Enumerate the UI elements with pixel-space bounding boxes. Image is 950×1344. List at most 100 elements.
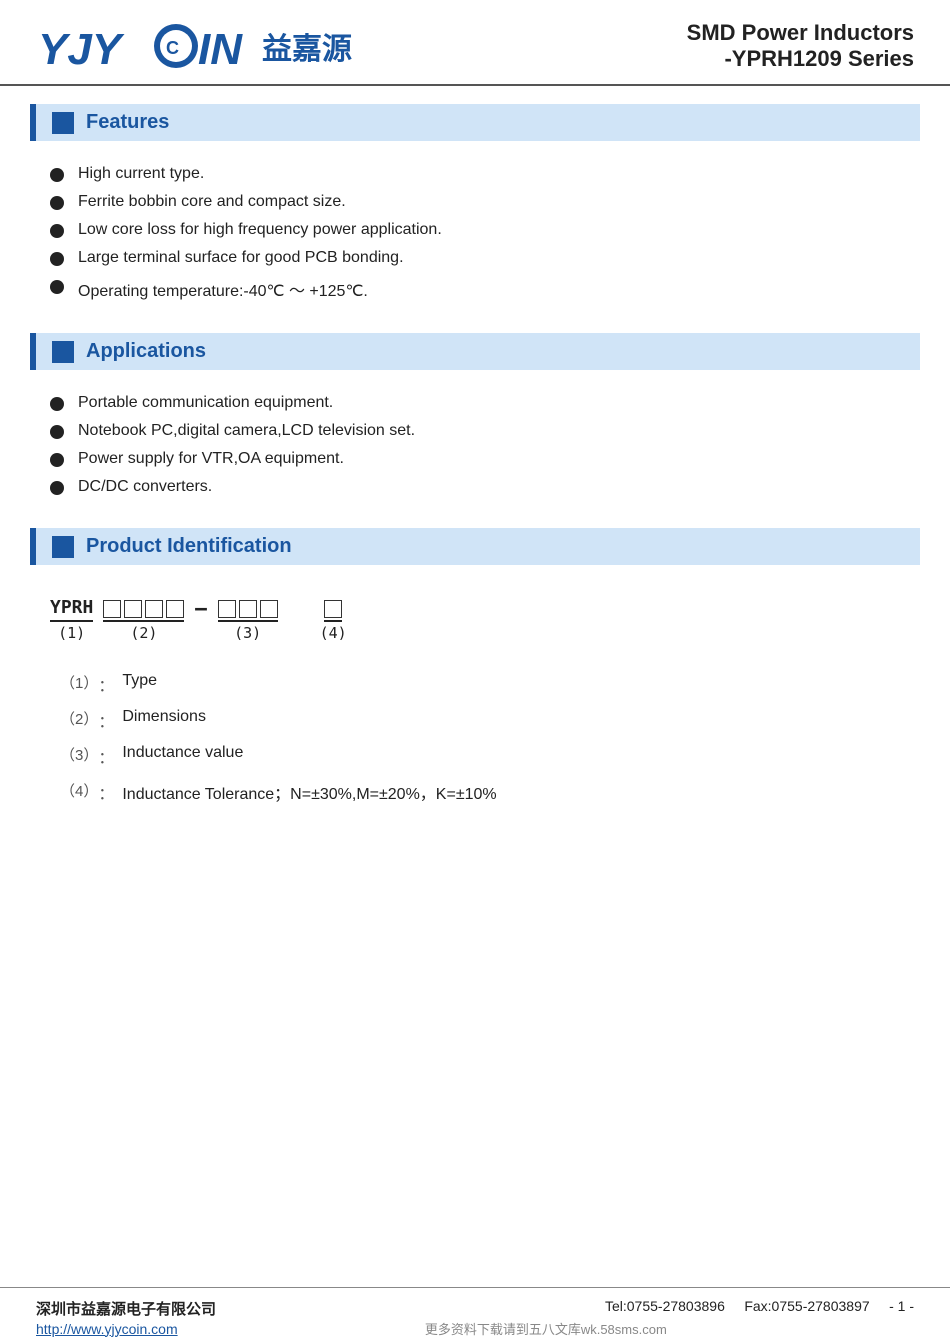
desc-text-2: Dimensions (122, 708, 206, 726)
application-text: Portable communication equipment. (78, 394, 333, 412)
desc-colon-2: ： (98, 708, 114, 732)
applications-section-bar: Applications (30, 333, 920, 370)
product-id-icon (52, 536, 74, 558)
footer-fax-text: Fax:0755-27803897 (744, 1298, 869, 1314)
desc-text-1: Type (122, 672, 157, 690)
list-item: （1） ： Type (60, 672, 900, 696)
part-number-diagram: YPRH (1) (2) − (30, 575, 920, 652)
description-list: （1） ： Type （2） ： Dimensions （3） ： Induct… (30, 652, 920, 824)
title-line2: -YPRH1209 Series (687, 46, 914, 72)
logo-chinese: 益嘉源 (262, 24, 352, 68)
pn-boxes-4 (103, 600, 184, 622)
application-text: Notebook PC,digital camera,LCD televisio… (78, 422, 415, 440)
bullet-icon (50, 196, 64, 210)
desc-colon-1: ： (98, 672, 114, 696)
list-item: Low core loss for high frequency power a… (50, 221, 920, 239)
list-item: Large terminal surface for good PCB bond… (50, 249, 920, 267)
logo-area: YJY C IN 益嘉源 (36, 18, 352, 74)
applications-list: Portable communication equipment. Notebo… (0, 380, 950, 510)
header: YJY C IN 益嘉源 SMD Power Inductors -YPRH12… (0, 0, 950, 86)
pn-group-3: (3) (218, 600, 278, 642)
pn-boxes-row (103, 600, 184, 618)
bullet-icon (50, 252, 64, 266)
feature-text: Large terminal surface for good PCB bond… (78, 249, 404, 267)
product-id-content: YPRH (1) (2) − (0, 575, 950, 824)
list-item: （3） ： Inductance value (60, 744, 900, 768)
desc-num-3: （3） (60, 744, 98, 765)
applications-icon (52, 341, 74, 363)
bullet-icon (50, 397, 64, 411)
pn-box (166, 600, 184, 618)
pn-prefix: YPRH (50, 597, 93, 622)
desc-text-3: Inductance value (122, 744, 243, 762)
list-item: Notebook PC,digital camera,LCD televisio… (50, 422, 920, 440)
pn-boxes-3 (218, 600, 278, 622)
footer-top: 深圳市益嘉源电子有限公司 Tel:0755-27803896 Fax:0755-… (36, 1298, 914, 1319)
pn-label-1: (1) (58, 624, 85, 642)
pn-boxes-row (324, 600, 342, 618)
desc-colon-4: ： (98, 780, 114, 804)
footer: 深圳市益嘉源电子有限公司 Tel:0755-27803896 Fax:0755-… (0, 1287, 950, 1344)
desc-num-1: （1） (60, 672, 98, 693)
pn-separator: − (194, 597, 207, 622)
logo-graphic: YJY C IN (36, 18, 256, 74)
svg-text:C: C (166, 38, 179, 58)
application-text: DC/DC converters. (78, 478, 212, 496)
pn-box (124, 600, 142, 618)
footer-tel-text: Tel:0755-27803896 (605, 1298, 725, 1314)
pn-box-1 (324, 600, 342, 622)
footer-page-number: - 1 - (889, 1298, 914, 1314)
list-item: （4） ： Inductance Tolerance；N=±30%,M=±20%… (60, 780, 900, 804)
footer-watermark: 更多资料下载请到五八文库wk.58sms.com (178, 1319, 914, 1338)
pn-box (324, 600, 342, 618)
bullet-icon (50, 453, 64, 467)
footer-contact: Tel:0755-27803896 Fax:0755-27803897 - 1 … (605, 1298, 914, 1314)
footer-bottom: http://www.yjycoin.com 更多资料下载请到五八文库wk.58… (36, 1319, 914, 1338)
product-id-title: Product Identification (86, 535, 292, 558)
pn-boxes-row (218, 600, 278, 618)
bullet-icon (50, 280, 64, 294)
desc-num-4: （4） (60, 780, 98, 801)
desc-colon-3: ： (98, 744, 114, 768)
list-item: （2） ： Dimensions (60, 708, 900, 732)
features-list: High current type. Ferrite bobbin core a… (0, 151, 950, 315)
features-icon (52, 112, 74, 134)
title-line1: SMD Power Inductors (687, 20, 914, 46)
pn-box (145, 600, 163, 618)
bullet-icon (50, 224, 64, 238)
pn-group-1: YPRH (1) (50, 597, 93, 642)
list-item: Ferrite bobbin core and compact size. (50, 193, 920, 211)
list-item: DC/DC converters. (50, 478, 920, 496)
list-item: Portable communication equipment. (50, 394, 920, 412)
pn-box (239, 600, 257, 618)
product-id-section-bar: Product Identification (30, 528, 920, 565)
pn-box (260, 600, 278, 618)
list-item: High current type. (50, 165, 920, 183)
application-text: Power supply for VTR,OA equipment. (78, 450, 344, 468)
footer-company-name: 深圳市益嘉源电子有限公司 (36, 1298, 216, 1319)
pn-box (103, 600, 121, 618)
desc-num-2: （2） (60, 708, 98, 729)
pn-label-2: (2) (130, 624, 157, 642)
pn-group-4: (4) (320, 600, 347, 642)
features-section-bar: Features (30, 104, 920, 141)
pn-box (218, 600, 236, 618)
desc-text-4: Inductance Tolerance；N=±30%,M=±20%，K=±10… (122, 780, 496, 804)
pn-group-2: (2) (103, 600, 184, 642)
document-title: SMD Power Inductors -YPRH1209 Series (687, 20, 914, 72)
svg-text:YJY: YJY (38, 25, 125, 74)
list-item: Operating temperature:-40℃ ～ +125℃. (50, 277, 920, 301)
footer-url-link[interactable]: http://www.yjycoin.com (36, 1321, 178, 1337)
feature-text: Low core loss for high frequency power a… (78, 221, 442, 239)
pn-label-4: (4) (320, 624, 347, 642)
feature-text: Operating temperature:-40℃ ～ +125℃. (78, 277, 368, 301)
logo-svg: YJY C IN (36, 18, 256, 74)
pn-label-3: (3) (234, 624, 261, 642)
applications-title: Applications (86, 340, 206, 363)
footer-company-block: 深圳市益嘉源电子有限公司 (36, 1298, 216, 1319)
bullet-icon (50, 168, 64, 182)
svg-text:IN: IN (198, 25, 243, 74)
features-title: Features (86, 111, 169, 134)
bullet-icon (50, 481, 64, 495)
feature-text: Ferrite bobbin core and compact size. (78, 193, 346, 211)
